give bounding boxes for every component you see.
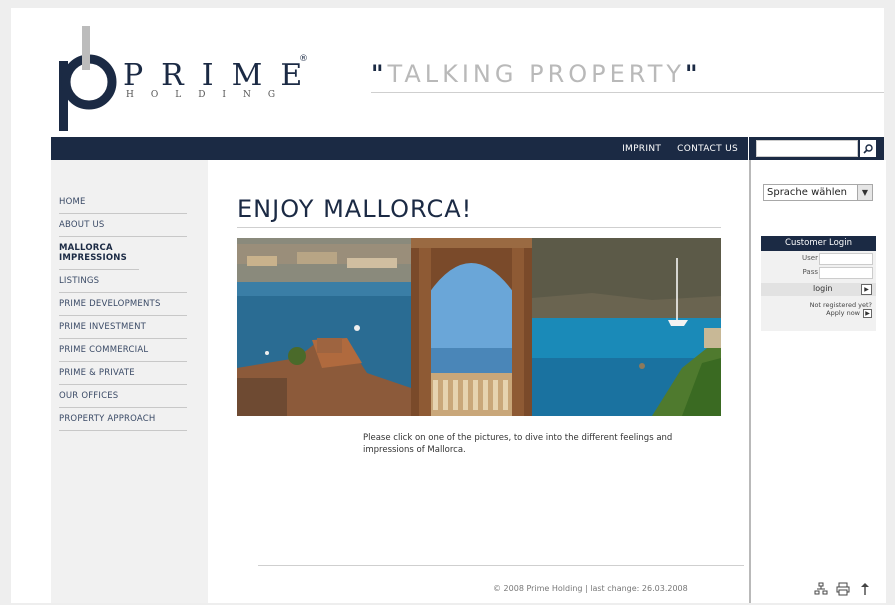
apply-now-label: Apply now xyxy=(826,309,860,317)
top-nav: IMPRINT CONTACT US xyxy=(622,137,738,160)
tagline-quote-open: " xyxy=(371,60,388,88)
customer-login-box: Customer Login User Pass login ▶ Not reg… xyxy=(761,236,876,331)
tagline-divider xyxy=(371,92,884,93)
apply-now-link[interactable]: Apply now ▶ xyxy=(761,309,876,319)
language-select-value: Sprache wählen xyxy=(767,187,848,198)
bay-sailboat-photo[interactable] xyxy=(532,238,721,416)
tagline: "TALKING PROPERTY" xyxy=(371,60,702,88)
topnav-imprint-link[interactable]: IMPRINT xyxy=(622,144,661,154)
login-button-label: login xyxy=(813,284,833,293)
prime-holding-logo[interactable]: PRIME ® HOLDING xyxy=(49,26,309,136)
sidebar-item-prime-developments[interactable]: PRIME DEVELOPMENTS xyxy=(59,293,187,316)
chevron-down-icon[interactable]: ▼ xyxy=(857,185,872,200)
search-icon xyxy=(863,143,873,154)
user-row: User xyxy=(761,251,876,265)
logo-wordmark: PRIME xyxy=(123,58,321,93)
tagline-text: TALKING PROPERTY xyxy=(387,60,686,88)
footer-tools xyxy=(814,582,872,596)
page: PRIME ® HOLDING "TALKING PROPERTY" IMPRI… xyxy=(11,8,886,603)
right-sidebar: Sprache wählen ▼ Customer Login User Pas… xyxy=(749,160,886,603)
sidebar-item-prime-commercial[interactable]: PRIME COMMERCIAL xyxy=(59,339,187,362)
pass-label: Pass xyxy=(802,268,819,276)
top-navigation-bar: IMPRINT CONTACT US xyxy=(51,137,748,160)
not-registered-text: Not registered yet? xyxy=(809,301,872,309)
sitemap-icon[interactable] xyxy=(814,582,828,596)
registered-mark: ® xyxy=(299,54,308,64)
footer-divider xyxy=(258,565,744,566)
title-divider xyxy=(237,227,721,228)
sidebar-item-listings[interactable]: LISTINGS xyxy=(59,270,187,293)
user-field[interactable] xyxy=(819,253,873,265)
logo-subtitle: HOLDING xyxy=(126,90,293,100)
pass-row: Pass xyxy=(761,265,876,279)
sidebar-item-prime-and-private[interactable]: PRIME & PRIVATE xyxy=(59,362,187,385)
logo-mark-icon xyxy=(59,26,117,131)
user-label: User xyxy=(802,254,818,262)
sidebar-item-prime-investment[interactable]: PRIME INVESTMENT xyxy=(59,316,187,339)
arrow-right-icon: ▶ xyxy=(863,309,872,318)
search-bar xyxy=(749,137,884,160)
sidebar-item-our-offices[interactable]: OUR OFFICES xyxy=(59,385,187,408)
sidebar-item-home[interactable]: HOME xyxy=(59,191,187,214)
language-select[interactable]: Sprache wählen ▼ xyxy=(763,184,873,201)
customer-login-title: Customer Login xyxy=(761,236,876,251)
print-icon[interactable] xyxy=(836,582,850,596)
photo-caption: Please click on one of the pictures, to … xyxy=(363,433,673,455)
sidebar-item-mallorca-impressions[interactable]: MALLORCA IMPRESSIONS xyxy=(59,237,139,270)
login-button[interactable]: login ▶ xyxy=(761,283,876,296)
search-button[interactable] xyxy=(860,140,876,157)
tagline-quote-close: " xyxy=(685,60,702,88)
sidebar-item-about-us[interactable]: ABOUT US xyxy=(59,214,187,237)
impressions-photo-strip xyxy=(237,238,721,416)
arrow-right-icon: ▶ xyxy=(861,284,872,295)
footer-copyright: © 2008 Prime Holding | last change: 26.0… xyxy=(493,584,688,593)
sidebar-nav: HOME ABOUT US MALLORCA IMPRESSIONS LISTI… xyxy=(59,191,187,431)
topnav-contact-us-link[interactable]: CONTACT US xyxy=(677,144,738,154)
password-field[interactable] xyxy=(819,267,873,279)
page-title: ENJOY MALLORCA! xyxy=(237,195,473,223)
left-sidebar: HOME ABOUT US MALLORCA IMPRESSIONS LISTI… xyxy=(51,160,208,603)
harbour-photo[interactable] xyxy=(237,238,411,416)
sidebar-item-property-approach[interactable]: PROPERTY APPROACH xyxy=(59,408,187,431)
arrow-up-icon[interactable] xyxy=(858,582,872,596)
arch-terrace-photo[interactable] xyxy=(411,238,532,416)
search-input[interactable] xyxy=(756,140,858,157)
